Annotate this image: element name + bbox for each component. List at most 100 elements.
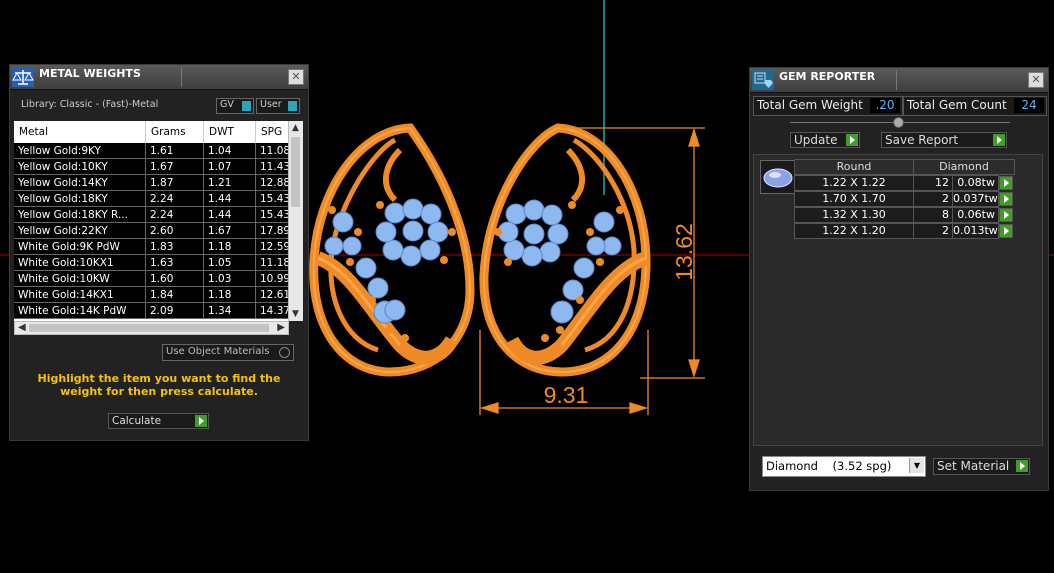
cell-grams: 2.09 <box>145 302 204 319</box>
chevron-down-icon[interactable]: ▼ <box>909 458 924 473</box>
total-gem-count-label: Total Gem Count <box>907 98 1007 112</box>
scroll-up-icon[interactable]: ▲ <box>292 123 299 133</box>
table-row[interactable]: White Gold:9K PdW 1.83 1.18 12.59 <box>14 238 302 255</box>
gem-weight-cell: 0.037tw <box>952 191 999 207</box>
cell-dwt: 1.21 <box>203 174 256 191</box>
gem-report-icon <box>752 70 774 90</box>
scroll-thumb-h[interactable] <box>29 324 269 332</box>
total-gem-weight-field: Total Gem Weight .20 <box>753 96 903 116</box>
calculate-button[interactable]: Calculate <box>108 413 209 429</box>
close-icon[interactable]: ✕ <box>1028 72 1044 88</box>
play-icon <box>846 134 858 146</box>
diamond-thumbnail[interactable] <box>760 160 796 194</box>
cell-dwt: 1.44 <box>203 206 256 223</box>
update-label: Update <box>794 133 838 147</box>
table-row[interactable]: White Gold:10KX1 1.63 1.05 11.18 <box>14 254 302 271</box>
scroll-left-icon[interactable]: ◀ <box>18 322 26 333</box>
cell-grams: 1.87 <box>145 174 204 191</box>
scroll-thumb[interactable] <box>291 137 300 207</box>
scroll-right-icon[interactable]: ▶ <box>277 322 285 333</box>
save-report-button[interactable]: Save Report <box>881 132 1007 148</box>
table-row[interactable]: White Gold:10KW 1.60 1.03 10.99 <box>14 270 302 287</box>
user-label: User <box>260 99 282 110</box>
cell-dwt: 1.18 <box>203 286 256 303</box>
table-row[interactable]: White Gold:14K PdW 2.09 1.34 14.37 <box>14 302 302 319</box>
cell-dwt: 1.34 <box>203 302 256 319</box>
material-select[interactable]: Diamond (3.52 spg) ▼ <box>762 456 926 477</box>
gem-weight-cell: 0.08tw <box>952 175 999 191</box>
cell-metal: White Gold:14KX1 <box>14 286 146 303</box>
table-row[interactable]: White Gold:14KX1 1.84 1.18 12.61 <box>14 286 302 303</box>
radio-icon <box>279 347 290 358</box>
use-object-materials-toggle[interactable]: Use Object Materials <box>162 344 294 361</box>
table-vertical-scrollbar[interactable]: ▲ ▼ <box>288 121 303 321</box>
cell-metal: Yellow Gold:9KY <box>14 143 146 159</box>
report-slider[interactable] <box>790 117 1010 129</box>
save-report-label: Save Report <box>885 133 959 147</box>
cell-grams: 1.61 <box>145 143 204 159</box>
gem-row-play-icon[interactable] <box>999 176 1013 190</box>
cell-grams: 1.83 <box>145 238 204 255</box>
update-button[interactable]: Update <box>790 132 860 148</box>
gem-reporter-title: GEM REPORTER <box>779 70 876 83</box>
material-select-value: Diamond (3.52 spg) <box>766 459 892 473</box>
table-row[interactable]: Yellow Gold:14KY 1.87 1.21 12.88 <box>14 174 302 191</box>
set-material-button[interactable]: Set Material <box>933 458 1030 475</box>
cell-grams: 2.24 <box>145 206 204 223</box>
table-row[interactable]: Yellow Gold:18KY 2.24 1.44 15.43 <box>14 190 302 207</box>
gv-toggle-indicator <box>242 101 251 111</box>
gv-toggle[interactable]: GV <box>216 98 254 114</box>
cell-metal: White Gold:10KW <box>14 270 146 287</box>
gem-size-cell: 1.22 X 1.22 <box>794 175 914 191</box>
height-dimension-label: 13.62 <box>671 223 697 281</box>
cell-grams: 1.67 <box>145 158 204 175</box>
slider-knob[interactable] <box>893 117 904 128</box>
table-row[interactable]: Yellow Gold:18KY R... 2.24 1.44 15.43 <box>14 206 302 223</box>
cell-grams: 2.24 <box>145 190 204 207</box>
gem-reporter-titlebar[interactable]: GEM REPORTER ✕ <box>750 68 1048 93</box>
table-row[interactable]: Yellow Gold:10KY 1.67 1.07 11.43 <box>14 158 302 175</box>
gem-size-cell: 1.32 X 1.30 <box>794 207 914 223</box>
close-icon[interactable]: ✕ <box>288 69 304 85</box>
gem-row-play-icon[interactable] <box>999 192 1013 206</box>
play-icon <box>993 134 1005 146</box>
metal-weights-titlebar[interactable]: METAL WEIGHTS ✕ <box>10 65 308 90</box>
title-grip <box>896 70 897 90</box>
gem-row-play-icon[interactable] <box>999 224 1013 238</box>
title-grip <box>181 67 182 87</box>
cell-grams: 1.60 <box>145 270 204 287</box>
cell-metal: White Gold:10KX1 <box>14 254 146 271</box>
column-header-grams[interactable]: Grams <box>145 121 204 143</box>
calculate-label: Calculate <box>112 415 162 427</box>
left-earring-gems <box>324 198 449 324</box>
table-row[interactable]: Yellow Gold:9KY 1.61 1.04 11.08 <box>14 143 302 159</box>
total-gem-count-value: 24 <box>1014 98 1044 113</box>
table-row[interactable]: Yellow Gold:22KY 2.60 1.67 17.89 <box>14 222 302 239</box>
gem-count-cell: 2 <box>913 223 953 239</box>
instruction-text: Highlight the item you want to find the … <box>37 372 281 398</box>
table-horizontal-scrollbar[interactable]: ◀ ▶ <box>14 321 289 335</box>
gv-label: GV <box>220 99 234 110</box>
scale-icon <box>12 67 34 87</box>
material-header: Diamond <box>913 159 1015 175</box>
cell-metal: Yellow Gold:18KY <box>14 190 146 207</box>
total-gem-weight-label: Total Gem Weight <box>757 98 863 112</box>
library-label: Library: Classic - (Fast)-Metal <box>21 99 159 110</box>
cell-dwt: 1.67 <box>203 222 256 239</box>
set-material-label: Set Material <box>937 459 1010 473</box>
cell-metal: White Gold:14K PdW <box>14 302 146 319</box>
column-header-dwt[interactable]: DWT <box>203 121 256 143</box>
metal-weights-table[interactable]: Metal Grams DWT SPG Yellow Gold:9KY 1.61 1… <box>14 121 303 321</box>
gem-count-cell: 8 <box>913 207 953 223</box>
total-gem-weight-value: .20 <box>870 98 900 113</box>
column-header-metal[interactable]: Metal <box>14 121 146 143</box>
gem-count-cell: 2 <box>913 191 953 207</box>
gem-row-play-icon[interactable] <box>999 208 1013 222</box>
cell-metal: Yellow Gold:10KY <box>14 158 146 175</box>
cell-dwt: 1.44 <box>203 190 256 207</box>
scroll-down-icon[interactable]: ▼ <box>292 309 299 319</box>
total-gem-count-field: Total Gem Count 24 <box>903 96 1047 116</box>
play-icon <box>195 415 207 427</box>
user-toggle[interactable]: User <box>256 98 300 114</box>
gem-count-cell: 12 <box>913 175 953 191</box>
